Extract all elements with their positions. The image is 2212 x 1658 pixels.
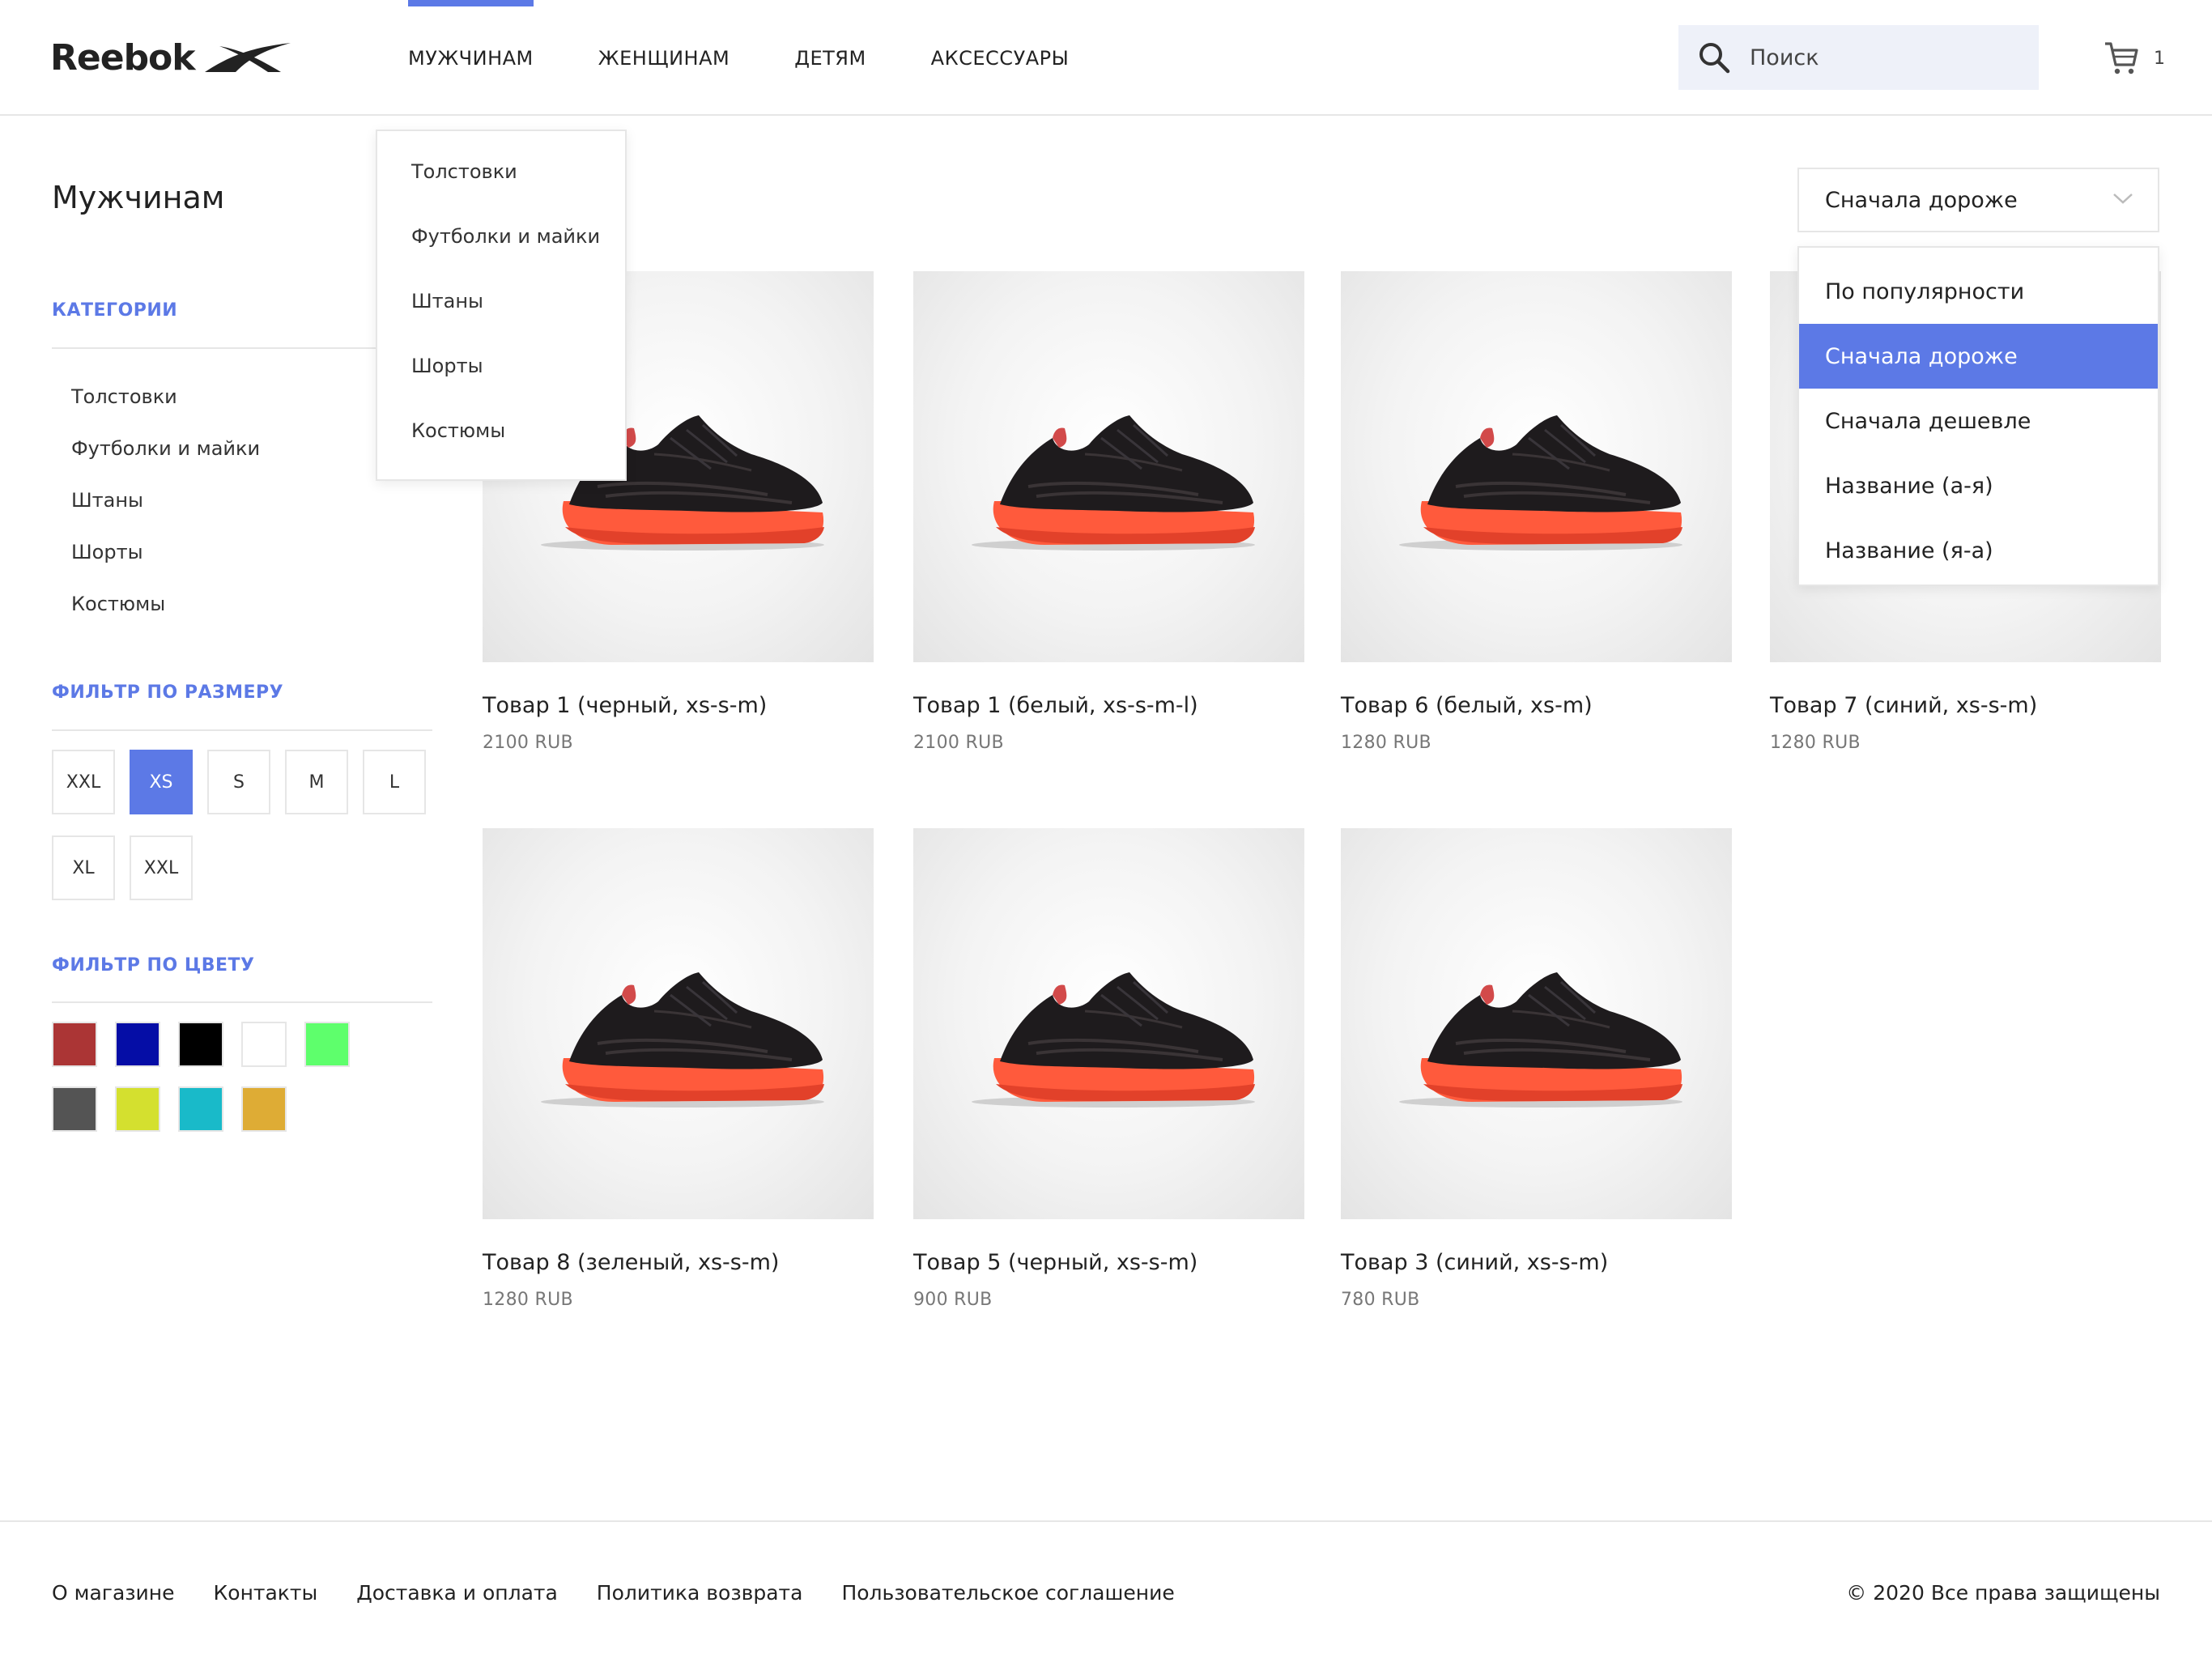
cart-count: 1 <box>2154 48 2165 69</box>
footer-link-agreement[interactable]: Пользовательское соглашение <box>841 1581 1174 1605</box>
nav-item-men[interactable]: МУЖЧИНАМ <box>408 0 534 116</box>
sort-dropdown-menu: По популярности Сначала дороже Сначала д… <box>1797 246 2159 586</box>
color-swatch[interactable] <box>241 1022 287 1067</box>
color-swatch[interactable] <box>52 1022 97 1067</box>
site-footer: О магазине Контакты Доставка и оплата По… <box>0 1520 2212 1658</box>
product-card[interactable]: Товар 3 (синий, xs-s-m) 780 RUB <box>1341 828 1732 1310</box>
color-swatch[interactable] <box>52 1086 97 1132</box>
product-name[interactable]: Товар 6 (белый, xs-m) <box>1341 693 1732 718</box>
sort-option-price-asc[interactable]: Сначала дешевле <box>1799 389 2158 453</box>
footer-link-returns[interactable]: Политика возврата <box>597 1581 803 1605</box>
product-card[interactable]: Товар 5 (черный, xs-s-m) 900 RUB <box>913 828 1304 1310</box>
size-filter-title: ФИЛЬТР ПО РАЗМЕРУ <box>52 682 284 703</box>
sort-select[interactable]: Сначала дороже <box>1797 168 2159 232</box>
sort-option-name-asc[interactable]: Название (а-я) <box>1799 453 2158 518</box>
nav-dropdown-menu: Толстовки Футболки и майки Штаны Шорты К… <box>376 130 627 481</box>
size-option[interactable]: S <box>207 750 270 814</box>
size-option[interactable]: XXL <box>130 835 193 900</box>
dropdown-item-suits[interactable]: Костюмы <box>377 414 625 479</box>
color-swatch[interactable] <box>241 1086 287 1132</box>
category-item-tshirts[interactable]: Футболки и майки <box>71 431 260 483</box>
copyright: © 2020 Все права защищены <box>1846 1581 2160 1605</box>
color-swatch[interactable] <box>178 1086 223 1132</box>
cart-icon <box>2105 42 2138 74</box>
product-name[interactable]: Товар 1 (черный, xs-s-m) <box>483 693 874 718</box>
product-image[interactable] <box>913 271 1304 662</box>
sneaker-image <box>540 971 824 1107</box>
product-price: 1280 RUB <box>1770 733 1861 753</box>
footer-link-contacts[interactable]: Контакты <box>214 1581 318 1605</box>
product-price: 1280 RUB <box>483 1290 573 1310</box>
dropdown-item-pants[interactable]: Штаны <box>377 285 625 350</box>
color-filter <box>52 1022 408 1132</box>
dropdown-item-shorts[interactable]: Шорты <box>377 350 625 414</box>
product-name[interactable]: Товар 8 (зеленый, xs-s-m) <box>483 1250 874 1275</box>
product-image[interactable] <box>913 828 1304 1219</box>
product-image[interactable] <box>1341 828 1732 1219</box>
sneaker-image <box>971 414 1255 551</box>
category-item-suits[interactable]: Костюмы <box>71 586 260 638</box>
divider <box>52 729 432 731</box>
size-option[interactable]: L <box>363 750 426 814</box>
product-name[interactable]: Товар 3 (синий, xs-s-m) <box>1341 1250 1732 1275</box>
chevron-down-icon <box>2113 193 2133 204</box>
sort-option-price-desc[interactable]: Сначала дороже <box>1799 324 2158 389</box>
dropdown-item-hoodies[interactable]: Толстовки <box>377 155 625 220</box>
search-input[interactable] <box>1748 44 2007 71</box>
sneaker-image <box>971 971 1255 1107</box>
size-filter: XXL XS S M L XL XXL <box>52 750 440 900</box>
nav-item-women[interactable]: ЖЕНЩИНАМ <box>598 0 730 116</box>
sort-selected-value: Сначала дороже <box>1825 187 2018 213</box>
dropdown-item-tshirts[interactable]: Футболки и майки <box>377 220 625 285</box>
color-swatch[interactable] <box>115 1086 160 1132</box>
site-header: Reebok МУЖЧИНАМ ЖЕНЩИНАМ ДЕТЯМ АКСЕССУАР… <box>0 0 2212 116</box>
product-price: 780 RUB <box>1341 1290 1420 1310</box>
brand-logo[interactable]: Reebok <box>50 32 292 83</box>
product-name[interactable]: Товар 1 (белый, xs-s-m-l) <box>913 693 1304 718</box>
search-box[interactable] <box>1678 25 2039 90</box>
sort-option-popularity[interactable]: По популярности <box>1799 259 2158 324</box>
category-item-shorts[interactable]: Шорты <box>71 534 260 586</box>
product-price: 900 RUB <box>913 1290 993 1310</box>
product-card[interactable]: Товар 8 (зеленый, xs-s-m) 1280 RUB <box>483 828 874 1310</box>
divider <box>52 1001 432 1003</box>
size-option-selected[interactable]: XS <box>130 750 193 814</box>
sort-option-name-desc[interactable]: Название (я-а) <box>1799 518 2158 583</box>
category-item-pants[interactable]: Штаны <box>71 483 260 534</box>
search-icon[interactable] <box>1698 41 1730 74</box>
color-filter-title: ФИЛЬТР ПО ЦВЕТУ <box>52 955 255 976</box>
main-nav: МУЖЧИНАМ ЖЕНЩИНАМ ДЕТЯМ АКСЕССУАРЫ <box>408 0 1134 116</box>
size-option[interactable]: XL <box>52 835 115 900</box>
category-item-hoodies[interactable]: Толстовки <box>71 379 260 431</box>
page-title: Мужчинам <box>52 180 225 215</box>
footer-link-about[interactable]: О магазине <box>52 1581 175 1605</box>
category-list: Толстовки Футболки и майки Штаны Шорты К… <box>71 379 260 638</box>
product-name[interactable]: Товар 7 (синий, xs-s-m) <box>1770 693 2161 718</box>
categories-title: КАТЕГОРИИ <box>52 300 178 321</box>
color-swatch[interactable] <box>178 1022 223 1067</box>
product-image[interactable] <box>1341 271 1732 662</box>
sneaker-image <box>1398 414 1682 551</box>
product-price: 2100 RUB <box>913 733 1004 753</box>
brand-name: Reebok <box>50 36 196 79</box>
color-swatch[interactable] <box>304 1022 350 1067</box>
size-option[interactable]: M <box>285 750 348 814</box>
product-image[interactable] <box>483 828 874 1219</box>
nav-item-accessories[interactable]: АКСЕССУАРЫ <box>931 0 1070 116</box>
product-price: 2100 RUB <box>483 733 573 753</box>
product-card[interactable]: Товар 1 (белый, xs-s-m-l) 2100 RUB <box>913 271 1304 753</box>
footer-links: О магазине Контакты Доставка и оплата По… <box>52 1581 1214 1605</box>
color-swatch[interactable] <box>115 1022 160 1067</box>
cart-button[interactable]: 1 <box>2104 36 2165 81</box>
sneaker-image <box>1398 971 1682 1107</box>
footer-link-delivery[interactable]: Доставка и оплата <box>356 1581 558 1605</box>
product-name[interactable]: Товар 5 (черный, xs-s-m) <box>913 1250 1304 1275</box>
nav-item-kids[interactable]: ДЕТЯМ <box>794 0 866 116</box>
product-price: 1280 RUB <box>1341 733 1431 753</box>
reebok-delta-icon <box>204 43 291 72</box>
product-card[interactable]: Товар 6 (белый, xs-m) 1280 RUB <box>1341 271 1732 753</box>
size-option[interactable]: XXL <box>52 750 115 814</box>
